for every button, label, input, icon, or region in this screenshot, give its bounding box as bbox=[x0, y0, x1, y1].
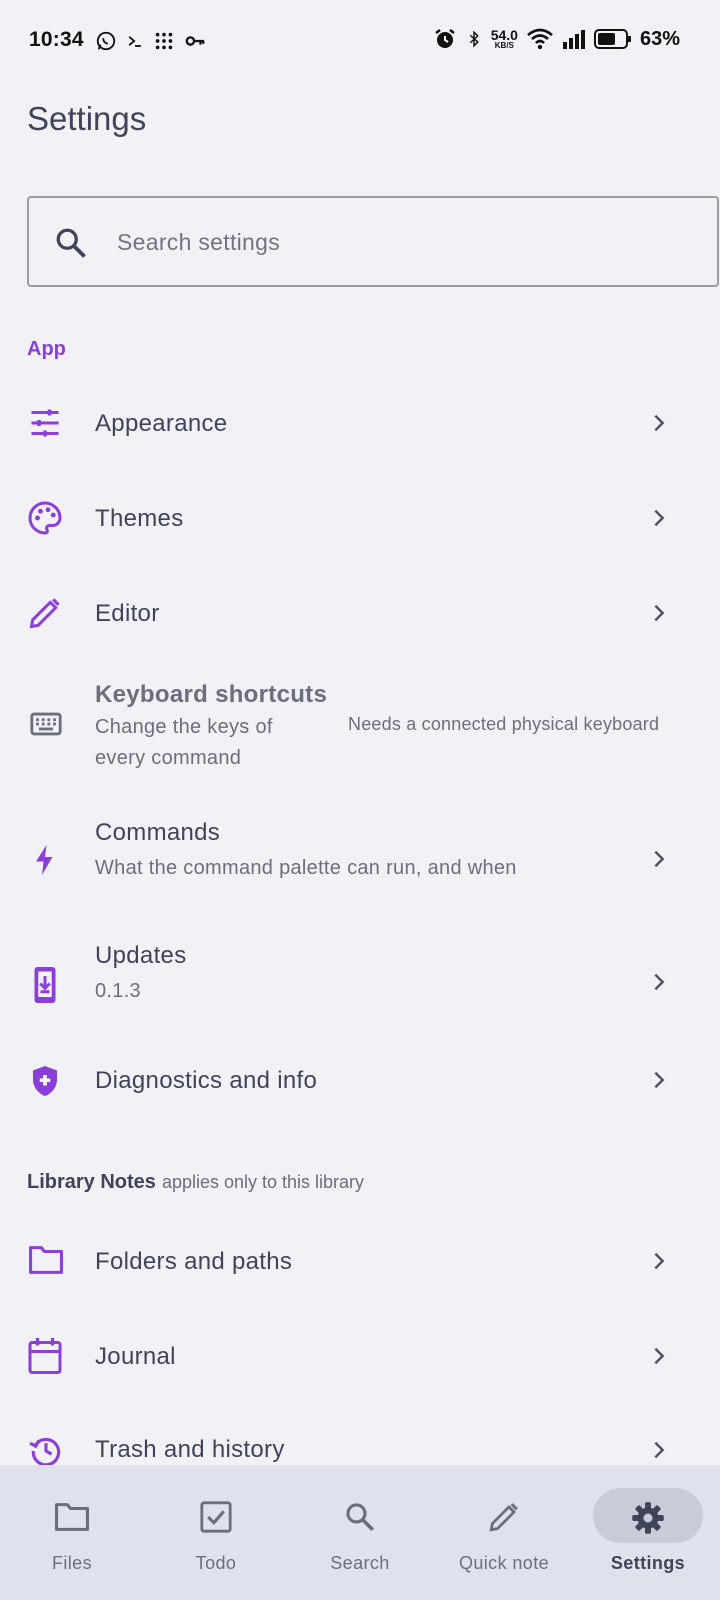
item-title: Diagnostics and info bbox=[95, 1067, 318, 1094]
chevron-right-icon bbox=[648, 506, 670, 530]
pencil-icon bbox=[487, 1500, 521, 1534]
settings-item-keyboard-shortcuts: Keyboard shortcuts Change the keys of ev… bbox=[0, 665, 720, 785]
signal-icon bbox=[562, 29, 586, 49]
settings-item-trash[interactable]: Trash and history bbox=[0, 1405, 720, 1465]
bottom-navigation: Files Todo Search Quick note Settings bbox=[0, 1465, 720, 1600]
settings-item-diagnostics[interactable]: Diagnostics and info bbox=[0, 1034, 720, 1126]
nav-label: Todo bbox=[195, 1553, 237, 1573]
item-subtitle: What the command palette can run, and wh… bbox=[95, 857, 517, 879]
calendar-icon bbox=[27, 1336, 63, 1376]
palette-icon bbox=[27, 500, 63, 536]
chevron-right-icon bbox=[648, 411, 670, 435]
item-title: Themes bbox=[95, 505, 184, 532]
battery-percent: 63% bbox=[639, 27, 680, 50]
settings-item-folders[interactable]: Folders and paths bbox=[0, 1215, 720, 1307]
nav-files[interactable]: Files bbox=[0, 1465, 144, 1600]
search-icon bbox=[343, 1500, 377, 1534]
chevron-right-icon bbox=[648, 1438, 670, 1462]
checkbox-icon bbox=[199, 1500, 233, 1534]
folder-icon bbox=[27, 1243, 65, 1277]
settings-item-themes[interactable]: Themes bbox=[0, 472, 720, 564]
battery-icon bbox=[593, 28, 632, 50]
history-icon bbox=[27, 1432, 65, 1465]
pencil-icon bbox=[27, 595, 63, 631]
wifi-icon bbox=[526, 28, 554, 50]
search-field[interactable] bbox=[27, 196, 719, 287]
item-title: Folders and paths bbox=[95, 1248, 293, 1275]
nav-todo[interactable]: Todo bbox=[144, 1465, 288, 1600]
item-subtitle: every command bbox=[95, 747, 242, 769]
keyboard-requirement-note: Needs a connected physical keyboard bbox=[348, 714, 660, 734]
nav-label: Settings bbox=[610, 1553, 686, 1573]
chevron-right-icon bbox=[648, 1344, 670, 1368]
chevron-right-icon bbox=[648, 970, 670, 994]
bluetooth-icon bbox=[465, 27, 483, 51]
chevron-right-icon bbox=[648, 601, 670, 625]
settings-item-updates[interactable]: Updates 0.1.3 bbox=[0, 928, 720, 1038]
nav-search[interactable]: Search bbox=[288, 1465, 432, 1600]
system-update-icon bbox=[27, 965, 63, 1005]
nav-settings[interactable]: Settings bbox=[576, 1465, 720, 1600]
chevron-right-icon bbox=[648, 1068, 670, 1092]
nav-label: Quick note bbox=[458, 1553, 550, 1573]
nav-label: Search bbox=[330, 1553, 390, 1573]
item-subtitle: Change the keys of bbox=[95, 716, 273, 738]
search-input[interactable] bbox=[115, 198, 699, 287]
tune-sliders-icon bbox=[27, 405, 63, 441]
shield-plus-icon bbox=[27, 1062, 63, 1100]
terminal-icon bbox=[125, 31, 145, 51]
grid-dots-icon bbox=[153, 30, 175, 52]
item-title: Appearance bbox=[95, 410, 228, 437]
section-title: Library Notes bbox=[27, 1171, 156, 1193]
settings-item-commands[interactable]: Commands What the command palette can ru… bbox=[0, 805, 720, 915]
chevron-right-icon bbox=[648, 1249, 670, 1273]
status-time: 10:34 bbox=[29, 28, 84, 51]
section-header-app: App bbox=[27, 338, 66, 360]
settings-item-journal[interactable]: Journal bbox=[0, 1310, 720, 1402]
whatsapp-icon bbox=[95, 30, 117, 52]
search-icon bbox=[53, 225, 89, 261]
keyboard-icon bbox=[27, 707, 65, 741]
alarm-icon bbox=[433, 27, 457, 51]
app-version: 0.1.3 bbox=[95, 980, 141, 1002]
folder-icon bbox=[53, 1500, 91, 1534]
item-title: Updates bbox=[95, 942, 187, 969]
gear-icon bbox=[630, 1500, 666, 1536]
bolt-icon bbox=[27, 842, 63, 878]
settings-item-editor[interactable]: Editor bbox=[0, 567, 720, 659]
page-title: Settings bbox=[27, 100, 147, 137]
item-title: Editor bbox=[95, 600, 160, 627]
status-bar: 10:34 54.0 KB/S 63% bbox=[0, 0, 720, 84]
item-title: Journal bbox=[95, 1343, 176, 1370]
settings-item-appearance[interactable]: Appearance bbox=[0, 377, 720, 469]
network-speed: 54.0 KB/S bbox=[490, 27, 518, 50]
item-title: Trash and history bbox=[95, 1436, 285, 1463]
vpn-key-icon bbox=[183, 30, 207, 52]
nav-label: Files bbox=[51, 1553, 92, 1573]
nav-quick-note[interactable]: Quick note bbox=[432, 1465, 576, 1600]
section-subtitle: applies only to this library bbox=[161, 1172, 365, 1192]
item-title: Keyboard shortcuts bbox=[95, 681, 328, 708]
item-title: Commands bbox=[95, 819, 221, 846]
chevron-right-icon bbox=[648, 847, 670, 871]
section-header-library: Library Notes applies only to this librar… bbox=[27, 1171, 364, 1194]
